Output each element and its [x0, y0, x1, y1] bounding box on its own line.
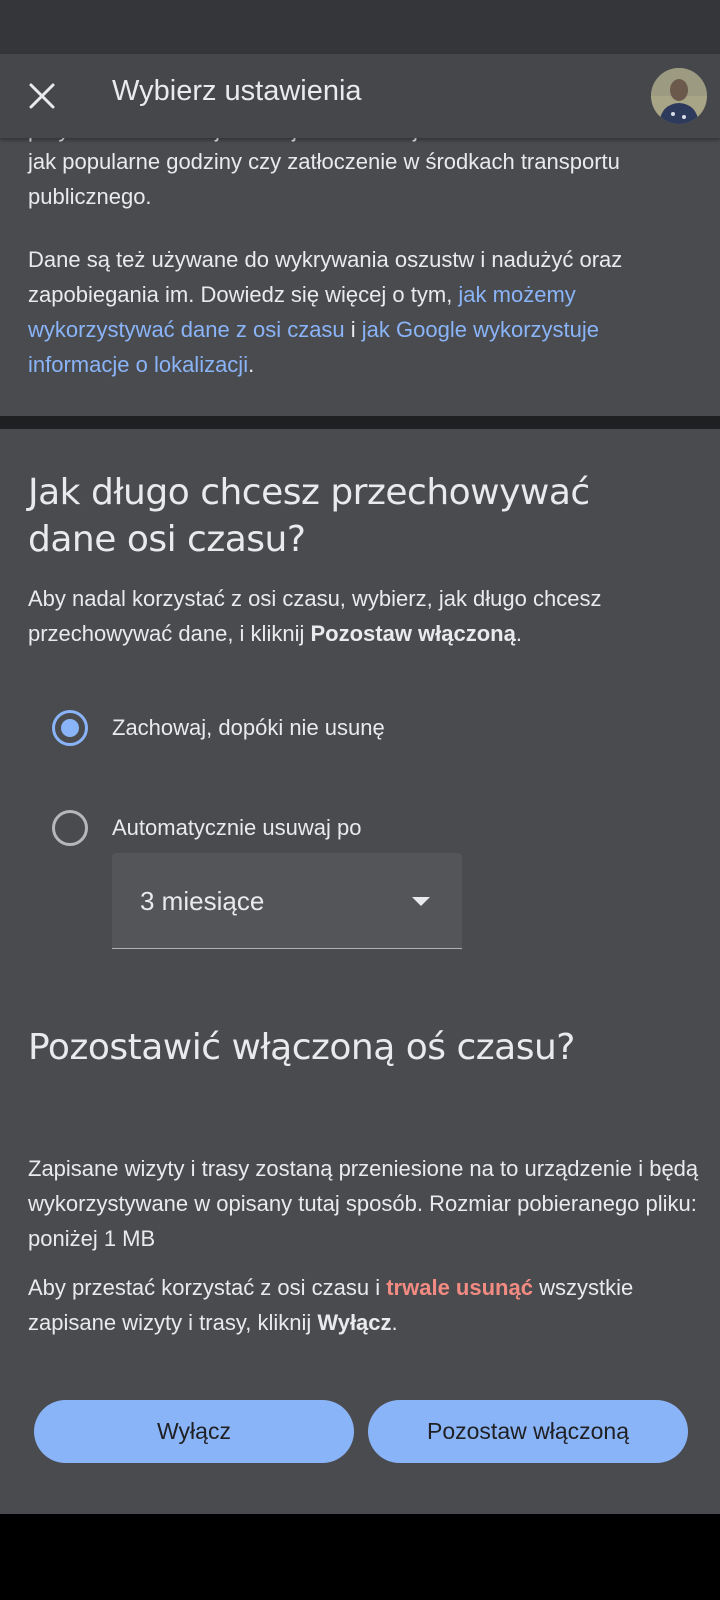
permanent-delete-warning: trwale usunąć [386, 1275, 533, 1300]
section-divider [0, 416, 720, 429]
dropdown-arrow-icon [412, 897, 430, 906]
page-title: Wybierz ustawienia [112, 75, 362, 107]
option-auto-delete[interactable]: Automatycznie usuwaj po [52, 810, 361, 846]
retention-heading: Jak długo chcesz przechowywać dane osi c… [28, 472, 590, 560]
radio-unchecked-icon[interactable] [52, 810, 88, 846]
navigation-bar [0, 1514, 720, 1600]
status-bar [0, 0, 720, 54]
keep-on-heading: Pozostawić włączoną oś czasu? [28, 1027, 575, 1068]
retention-description: Aby nadal korzystać z osi czasu, wybierz… [28, 581, 708, 651]
saved-visits-text: Zapisane wizyty i trasy zostaną przenies… [28, 1156, 699, 1251]
stop-text-suffix: . [391, 1310, 398, 1335]
intro-text-mid: i [344, 317, 362, 342]
auto-delete-period-select[interactable]: 3 miesiące [112, 853, 462, 949]
turn-off-button[interactable]: Wyłącz [34, 1400, 354, 1463]
close-icon[interactable] [22, 76, 62, 116]
intro-section: przydatne informacje o miejscach takie j… [0, 138, 720, 416]
intro-paragraph-1: jak popularne godziny czy zatłoczenie w … [28, 149, 620, 209]
radio-checked-icon[interactable] [52, 710, 88, 746]
retention-desc-bold: Pozostaw włączoną [310, 621, 516, 646]
settings-section: Jak długo chcesz przechowywać dane osi c… [0, 429, 720, 1514]
option-keep-until-delete[interactable]: Zachowaj, dopóki nie usunę [52, 710, 385, 746]
keep-on-button[interactable]: Pozostaw włączoną [368, 1400, 688, 1463]
period-value: 3 miesiące [140, 886, 265, 916]
app-bar: Wybierz ustawienia [0, 54, 720, 138]
avatar[interactable] [651, 68, 707, 124]
stop-text-prefix: Aby przestać korzystać z osi czasu i [28, 1275, 387, 1300]
option-auto-label: Automatycznie usuwaj po [112, 815, 362, 840]
retention-desc-suffix: . [515, 621, 522, 646]
stop-text-bold: Wyłącz [317, 1310, 392, 1335]
intro-paragraph-2: Dane są też używane do wykrywania oszust… [28, 242, 678, 382]
option-keep-label: Zachowaj, dopóki nie usunę [112, 715, 385, 740]
intro-text-suffix: . [248, 352, 255, 377]
content-scroll[interactable]: przydatne informacje o miejscach takie j… [0, 138, 720, 1514]
stop-timeline-text: Aby przestać korzystać z osi czasu i trw… [28, 1270, 708, 1340]
